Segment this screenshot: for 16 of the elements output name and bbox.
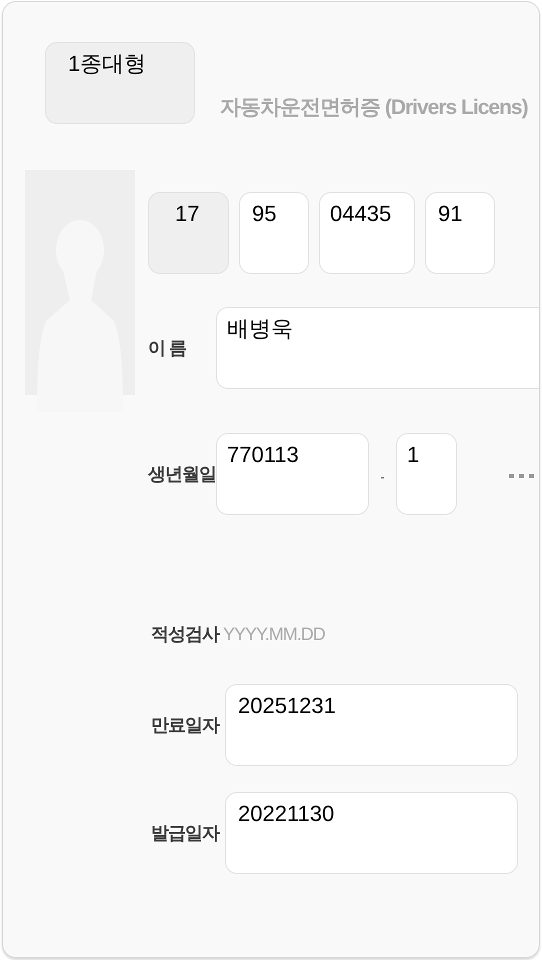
field-label: 만료일자 (151, 714, 219, 736)
input-field[interactable]: 1 (396, 433, 457, 515)
input-field[interactable]: 배병욱 (216, 307, 539, 389)
input-field[interactable]: 95 (239, 192, 309, 274)
field-label: 적성검사 (151, 623, 219, 646)
input-field[interactable]: 20221130 (225, 792, 518, 874)
card-title: 자동차운전면허증 (Drivers Licens) (220, 95, 528, 121)
separator: - (380, 469, 386, 486)
input-field[interactable]: 91 (425, 192, 495, 274)
field-label: 생년월일 (148, 462, 216, 486)
date-input[interactable]: YYYY.MM.DD (223, 621, 423, 648)
field-label: 이 름 (148, 336, 188, 360)
input-field[interactable]: 770113 (216, 433, 369, 515)
field-label: 발급일자 (151, 822, 219, 844)
input-field[interactable]: 04435 (319, 192, 415, 274)
input-field[interactable]: 20251231 (225, 684, 518, 766)
